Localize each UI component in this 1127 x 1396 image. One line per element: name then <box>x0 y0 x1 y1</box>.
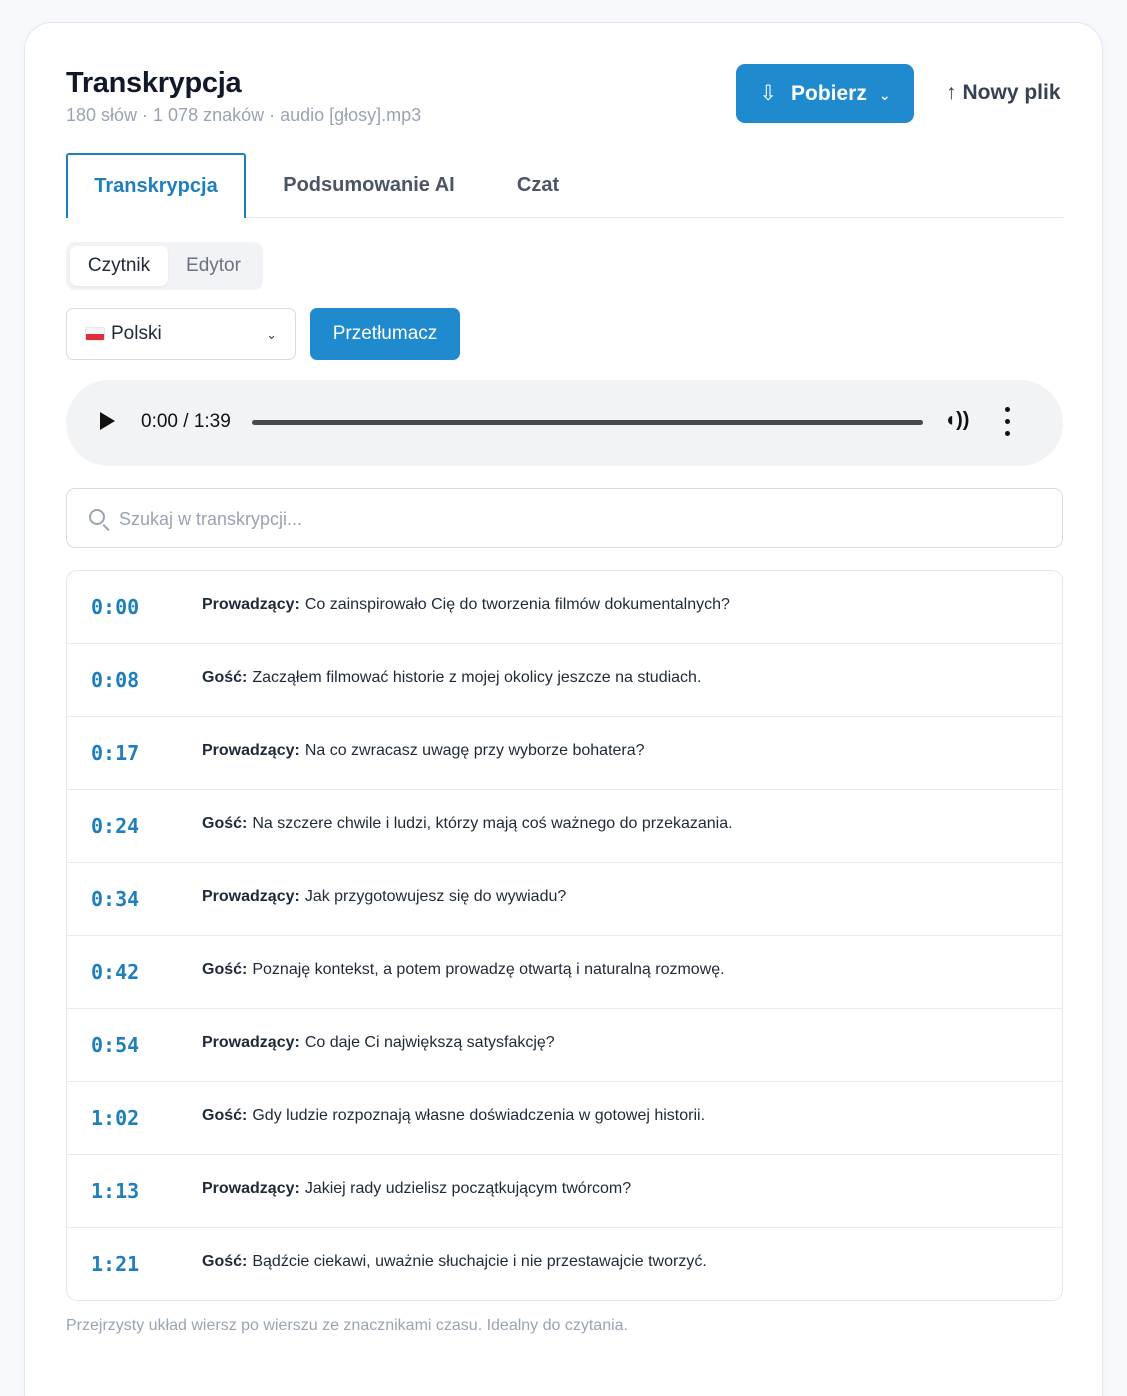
tab-bar: Transkrypcja Podsumowanie AI Czat <box>66 153 1063 218</box>
tab-transcript[interactable]: Transkrypcja <box>66 153 246 218</box>
download-label: Pobierz <box>791 81 867 105</box>
audio-player: 0:00 / 1:39 ◖)) <box>66 380 1063 466</box>
utterance-text: Poznaję kontekst, a potem prowadzę otwar… <box>252 961 725 978</box>
transcript-row: 1:13 Prowadzący: Jakiej rady udzielisz poc… <box>67 1155 1062 1228</box>
utterance-text: Na szczere chwile i ludzi, którzy mają c… <box>252 815 733 832</box>
download-button[interactable]: ⇩ Pobierz ⌄ <box>736 64 914 123</box>
speaker-label: Prowadzący: <box>202 742 300 759</box>
transcript-line: Gość: Zacząłem filmować historie z mojej … <box>202 669 701 687</box>
speaker-label: Prowadzący: <box>202 888 300 905</box>
speaker-label: Gość: <box>202 1253 248 1270</box>
transcript-line: Gość: Bądźcie ciekawi, uważnie słuchajcie… <box>202 1253 707 1271</box>
utterance-text: Zacząłem filmować historie z mojej okoli… <box>252 669 702 686</box>
timestamp-link[interactable]: 0:42 <box>91 960 139 984</box>
seek-bar[interactable] <box>252 420 923 425</box>
download-icon: ⇩ <box>759 82 777 105</box>
playback-time: 0:00 / 1:39 <box>141 411 231 432</box>
poland-flag-icon <box>85 327 105 341</box>
speaker-label: Gość: <box>202 961 248 978</box>
language-value: Polski <box>111 323 162 344</box>
speaker-label: Gość: <box>202 815 248 832</box>
utterance-text: Co zainspirowało Cię do tworzenia filmów… <box>304 596 730 613</box>
editor-mode-button[interactable]: Edytor <box>168 246 259 286</box>
timestamp-link[interactable]: 0:34 <box>91 887 139 911</box>
new-file-button[interactable]: ↑ Nowy plik <box>946 81 1061 105</box>
utterance-text: Jak przygotowujesz się do wywiadu? <box>304 888 567 905</box>
utterance-text: Gdy ludzie rozpoznają własne doświadczen… <box>252 1107 706 1124</box>
language-select[interactable]: Polski ⌄ <box>66 308 296 360</box>
volume-icon[interactable]: ◖)) <box>944 409 969 432</box>
new-file-label: Nowy plik <box>962 81 1061 104</box>
transcript-line: Prowadzący: Jak przygotowujesz się do wyw… <box>202 888 566 906</box>
transcript-card: Transkrypcja 180 słów · 1 078 znaków · a… <box>24 22 1103 1396</box>
transcript-row: 0:42 Gość: Poznaję kontekst, a potem prowa… <box>67 936 1062 1009</box>
arrow-up-icon: ↑ <box>946 81 957 104</box>
reader-mode-button[interactable]: Czytnik <box>70 246 168 286</box>
transcript-row: 0:34 Prowadzący: Jak przygotowujesz się do… <box>67 863 1062 936</box>
transcript-line: Gość: Gdy ludzie rozpoznają własne doświa… <box>202 1107 705 1125</box>
transcript-row: 1:21 Gość: Bądźcie ciekawi, uważnie słucha… <box>67 1228 1062 1300</box>
utterance-text: Bądźcie ciekawi, uważnie słuchajcie i ni… <box>252 1253 707 1270</box>
transcript-row: 0:54 Prowadzący: Co daje Ci największą sat… <box>67 1009 1062 1082</box>
speaker-label: Prowadzący: <box>202 596 300 613</box>
footnote: Przejrzysty układ wiersz po wierszu ze z… <box>66 1317 628 1334</box>
search-input[interactable] <box>119 501 1039 537</box>
speaker-label: Prowadzący: <box>202 1034 300 1051</box>
view-mode-toggle: Czytnik Edytor <box>66 242 263 290</box>
transcript-row: 0:17 Prowadzący: Na co zwracasz uwagę przy… <box>67 717 1062 790</box>
timestamp-link[interactable]: 0:00 <box>91 595 139 619</box>
timestamp-link[interactable]: 0:17 <box>91 741 139 765</box>
timestamp-link[interactable]: 1:13 <box>91 1179 139 1203</box>
translate-button[interactable]: Przetłumacz <box>310 308 460 360</box>
speaker-label: Gość: <box>202 1107 248 1124</box>
transcript-line: Prowadzący: Co daje Ci największą satysfa… <box>202 1034 555 1052</box>
timestamp-link[interactable]: 1:02 <box>91 1106 139 1130</box>
timestamp-link[interactable]: 0:24 <box>91 814 139 838</box>
timestamp-link[interactable]: 0:08 <box>91 668 139 692</box>
more-options-icon[interactable] <box>1004 407 1010 439</box>
utterance-text: Co daje Ci największą satysfakcję? <box>304 1034 555 1051</box>
search-box <box>66 488 1063 548</box>
timestamp-link[interactable]: 1:21 <box>91 1252 139 1276</box>
search-icon <box>89 509 105 525</box>
transcript-list: 0:00 Prowadzący: Co zainspirowało Cię do t… <box>66 570 1063 1301</box>
tab-ai-summary[interactable]: Podsumowanie AI <box>266 153 472 218</box>
transcript-line: Prowadzący: Co zainspirowało Cię do tworz… <box>202 596 730 614</box>
speaker-label: Prowadzący: <box>202 1180 300 1197</box>
speaker-label: Gość: <box>202 669 248 686</box>
transcript-line: Gość: Na szczere chwile i ludzi, którzy m… <box>202 815 733 833</box>
transcript-row: 0:08 Gość: Zacząłem filmować historie z mo… <box>67 644 1062 717</box>
utterance-text: Na co zwracasz uwagę przy wyborze bohate… <box>304 742 645 759</box>
utterance-text: Jakiej rady udzielisz początkującym twór… <box>304 1180 632 1197</box>
transcript-line: Gość: Poznaję kontekst, a potem prowadzę … <box>202 961 725 979</box>
timestamp-link[interactable]: 0:54 <box>91 1033 139 1057</box>
transcript-row: 0:00 Prowadzący: Co zainspirowało Cię do t… <box>67 571 1062 644</box>
transcript-row: 0:24 Gość: Na szczere chwile i ludzi, któr… <box>67 790 1062 863</box>
transcript-line: Prowadzący: Jakiej rady udzielisz początk… <box>202 1180 631 1198</box>
tab-chat[interactable]: Czat <box>494 153 582 218</box>
page-title: Transkrypcja <box>66 67 242 99</box>
file-stats: 180 słów · 1 078 znaków · audio [głosy].… <box>66 105 422 125</box>
transcript-row: 1:02 Gość: Gdy ludzie rozpoznają własne do… <box>67 1082 1062 1155</box>
transcript-line: Prowadzący: Na co zwracasz uwagę przy wyb… <box>202 742 645 760</box>
chevron-down-icon: ⌄ <box>878 87 891 103</box>
play-icon[interactable] <box>100 412 115 430</box>
chevron-down-icon: ⌄ <box>266 327 277 342</box>
seek-bar-fill <box>252 420 923 425</box>
